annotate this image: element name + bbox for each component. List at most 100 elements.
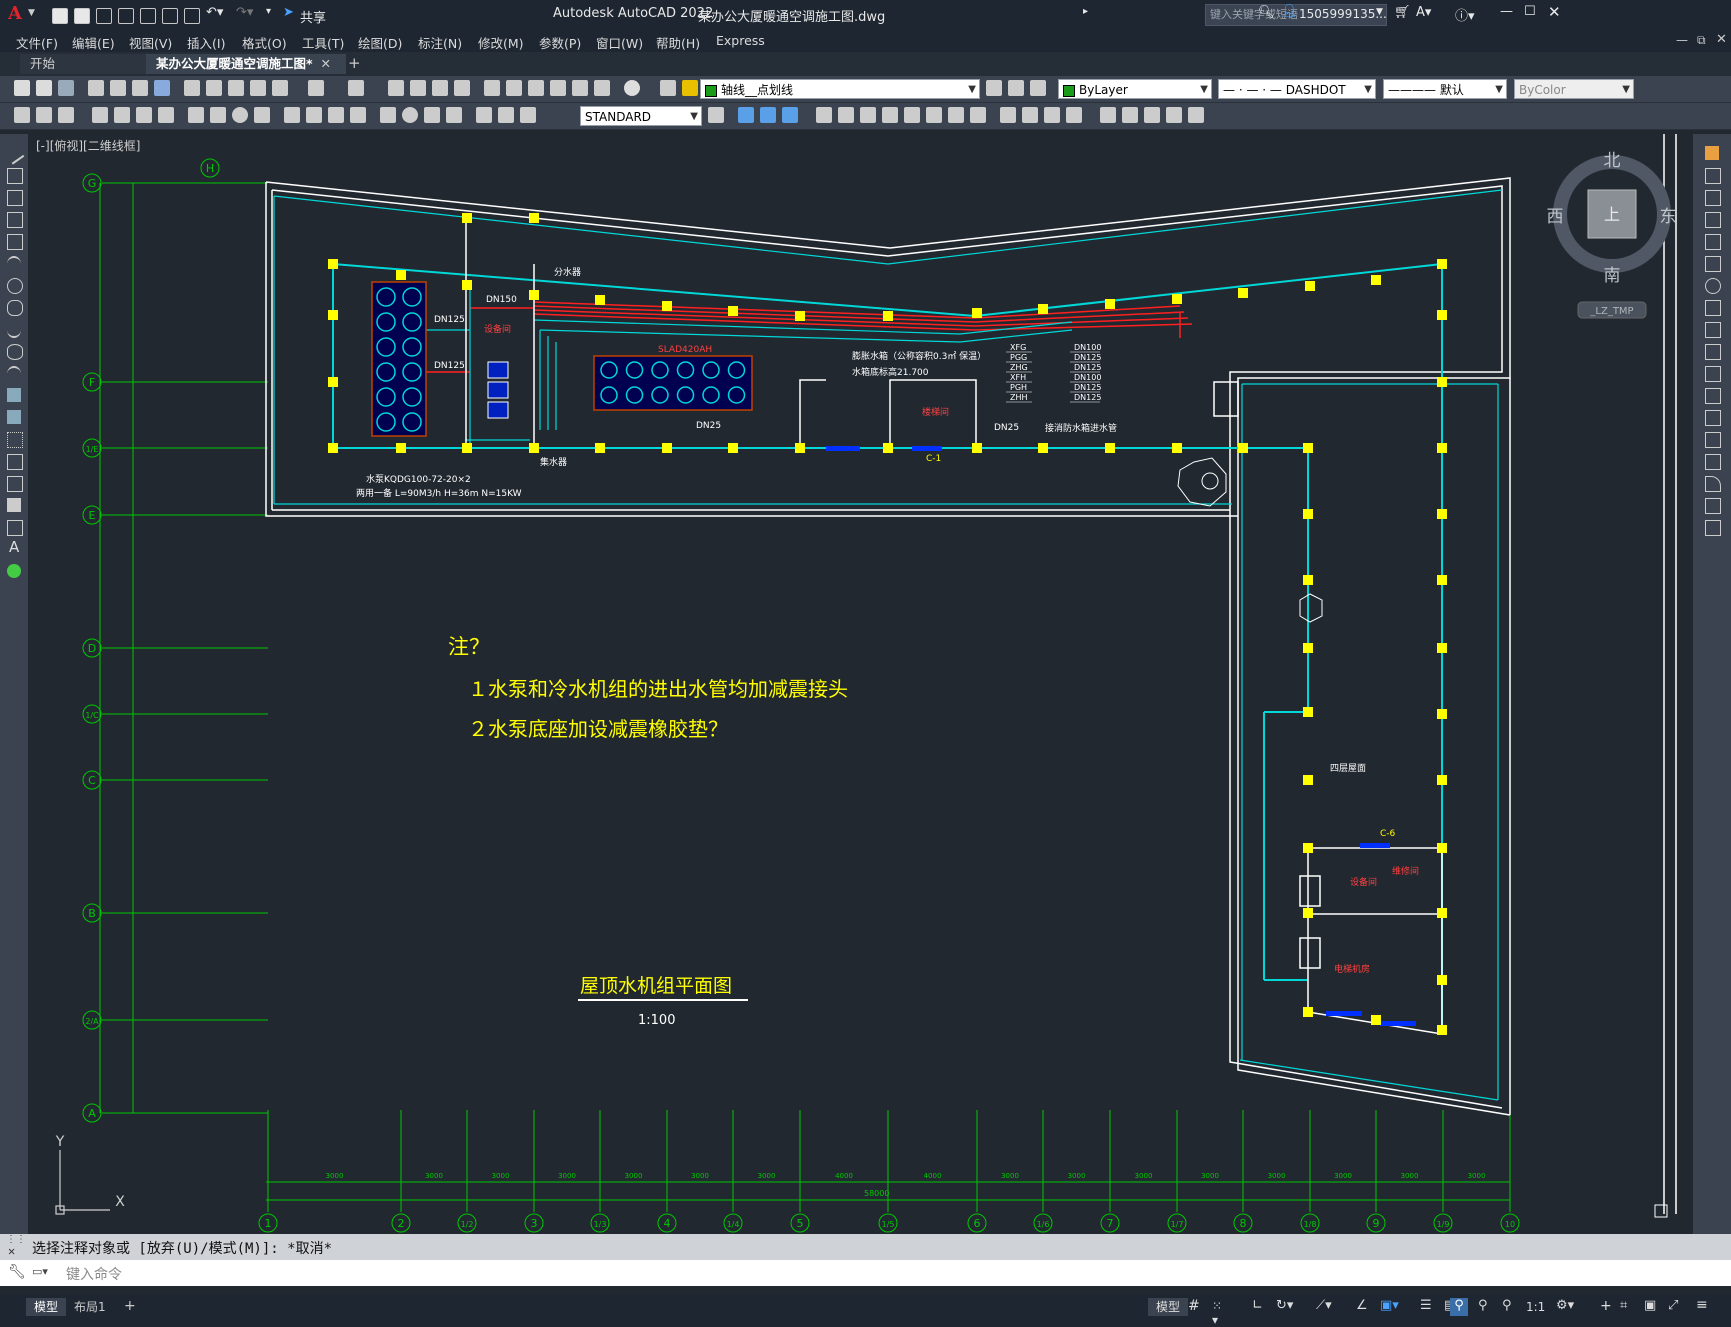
search-icon[interactable]: 🔍︎ (1258, 5, 1275, 20)
save-to-web-icon[interactable] (162, 8, 178, 24)
mtext-icon[interactable]: A (9, 538, 19, 556)
customization-icon[interactable]: ≡ (1696, 1297, 1712, 1313)
angular-dim-icon[interactable] (254, 107, 270, 123)
tab-start[interactable]: 开始 (20, 54, 160, 74)
user-icon[interactable]: 👤︎ (1281, 4, 1298, 19)
add-layout-button[interactable]: + (124, 1298, 136, 1314)
plot-icon[interactable] (184, 8, 200, 24)
design-center-icon[interactable] (506, 80, 522, 96)
modify-icon-19[interactable] (1166, 107, 1182, 123)
make-current-layer-icon[interactable] (986, 80, 1002, 96)
dimstyle-dropdown[interactable]: STANDARD ▼ (580, 106, 702, 126)
fillet-icon[interactable] (1705, 476, 1721, 492)
modify-icon-11[interactable] (970, 107, 986, 123)
circle-icon[interactable] (7, 278, 23, 294)
redo-icon[interactable]: ↷▾ (236, 5, 253, 20)
autodesk-a360-icon[interactable]: A▾ (1416, 5, 1431, 20)
modify-icon-10[interactable] (948, 107, 964, 123)
continue-dim-icon[interactable] (328, 107, 344, 123)
polar-icon[interactable]: ↻▾ (1276, 1298, 1293, 1314)
properties-icon[interactable] (484, 80, 500, 96)
layer-on-icon[interactable] (682, 80, 698, 96)
object-snap-icon[interactable]: ▣▾ (1380, 1298, 1399, 1314)
region-icon[interactable] (7, 498, 21, 512)
modify-icon-16[interactable] (1100, 107, 1116, 123)
customize-quick-access-icon[interactable]: ▾ (266, 6, 271, 17)
modify-icon-2[interactable] (760, 107, 776, 123)
join-icon[interactable] (1705, 432, 1721, 448)
open-icon[interactable] (36, 80, 52, 96)
auto-scale-icon[interactable]: ⚲ (1478, 1298, 1494, 1314)
modify-icon-13[interactable] (1022, 107, 1038, 123)
qnew-icon[interactable] (14, 80, 30, 96)
close-command-icon[interactable]: ✕ (8, 1244, 15, 1258)
model-space-toggle[interactable]: 模型 (1148, 1298, 1189, 1316)
insert-block-icon[interactable] (7, 388, 21, 402)
dim-update-icon[interactable] (520, 107, 536, 123)
array-icon[interactable] (1705, 234, 1721, 250)
compass-east[interactable]: 东 (1660, 207, 1677, 227)
modify-icon-6[interactable] (860, 107, 876, 123)
break-at-point-icon[interactable] (1705, 388, 1721, 404)
tool-palettes-icon[interactable] (528, 80, 544, 96)
point-icon[interactable] (7, 432, 23, 448)
redo-toolbar-icon[interactable] (348, 80, 364, 96)
move-icon[interactable] (1705, 256, 1721, 272)
recent-commands-icon[interactable]: ▭▾ (32, 1265, 48, 1278)
autocad-logo[interactable]: A (8, 3, 22, 24)
pan-icon[interactable] (388, 80, 404, 96)
doc-close-button[interactable]: ✕ (1716, 32, 1727, 47)
lineweight-dropdown[interactable]: ———— 默认 ▼ (1383, 79, 1507, 99)
annotation-scale-icon[interactable]: ⚲ (1502, 1298, 1518, 1314)
match-properties-icon[interactable] (250, 80, 266, 96)
undo-icon[interactable]: ↶▾ (206, 5, 223, 20)
polyline-icon[interactable] (7, 190, 23, 206)
construction-line-icon[interactable] (7, 168, 23, 184)
add-selected-icon[interactable] (7, 564, 21, 578)
explode-icon[interactable] (1705, 520, 1721, 536)
cart-icon[interactable]: 🛒︎ (1394, 5, 1411, 20)
close-window-button[interactable]: ✕ (1548, 3, 1561, 21)
save-as-icon[interactable] (118, 8, 134, 24)
color-dropdown[interactable]: ByLayer ▼ (1058, 79, 1212, 99)
modify-icon-7[interactable] (882, 107, 898, 123)
command-input[interactable]: 键入命令 (66, 1264, 122, 1284)
isodraft-icon[interactable]: ∠ (1356, 1298, 1372, 1314)
layer-properties-icon[interactable] (660, 80, 676, 96)
compass-north[interactable]: 北 (1604, 151, 1621, 171)
quick-dim-icon[interactable] (284, 107, 300, 123)
modify-icon-4[interactable] (816, 107, 832, 123)
expand-search-icon[interactable]: ▸ (1083, 6, 1088, 17)
undo-toolbar-icon[interactable] (308, 80, 324, 96)
break-icon[interactable] (1705, 410, 1721, 426)
snap-icon[interactable]: ⁙▾ (1212, 1299, 1228, 1327)
viewport-label[interactable]: [-][俯视][二维线框] (36, 138, 140, 153)
modify-icon-3[interactable] (782, 107, 798, 123)
rotate-icon[interactable] (1705, 278, 1721, 294)
extend-icon[interactable] (1705, 366, 1721, 382)
share-icon[interactable]: ➤ (283, 5, 294, 20)
customize-icon[interactable]: 🔧︎ (8, 1264, 26, 1280)
make-block-icon[interactable] (7, 410, 21, 424)
open-file-icon[interactable] (74, 8, 90, 24)
modify-icon-12[interactable] (1000, 107, 1016, 123)
modify-icon-1[interactable] (738, 107, 754, 123)
block-editor-icon[interactable] (272, 80, 288, 96)
dim-icon-3[interactable] (58, 107, 74, 123)
tab-drawing[interactable]: 某办公大厦暖通空调施工图* ✕ (146, 54, 346, 74)
close-tab-icon[interactable]: ✕ (321, 56, 331, 71)
arc-icon[interactable] (7, 256, 21, 272)
modify-icon-8[interactable] (904, 107, 920, 123)
scale-icon[interactable] (1705, 300, 1721, 316)
help-icon[interactable]: ⓘ▾ (1455, 5, 1475, 24)
grid-icon[interactable]: # (1188, 1298, 1204, 1314)
paste-icon[interactable] (228, 80, 244, 96)
aligned-dim-icon[interactable] (114, 107, 130, 123)
modify-icon-14[interactable] (1044, 107, 1060, 123)
modify-icon-17[interactable] (1122, 107, 1138, 123)
zoom-realtime-icon[interactable] (410, 80, 426, 96)
erase-icon[interactable] (1705, 146, 1719, 160)
ucs-menu-label[interactable]: _LZ_TMP (1589, 306, 1633, 317)
compass-south[interactable]: 南 (1604, 266, 1621, 286)
ordinate-dim-icon[interactable] (158, 107, 174, 123)
